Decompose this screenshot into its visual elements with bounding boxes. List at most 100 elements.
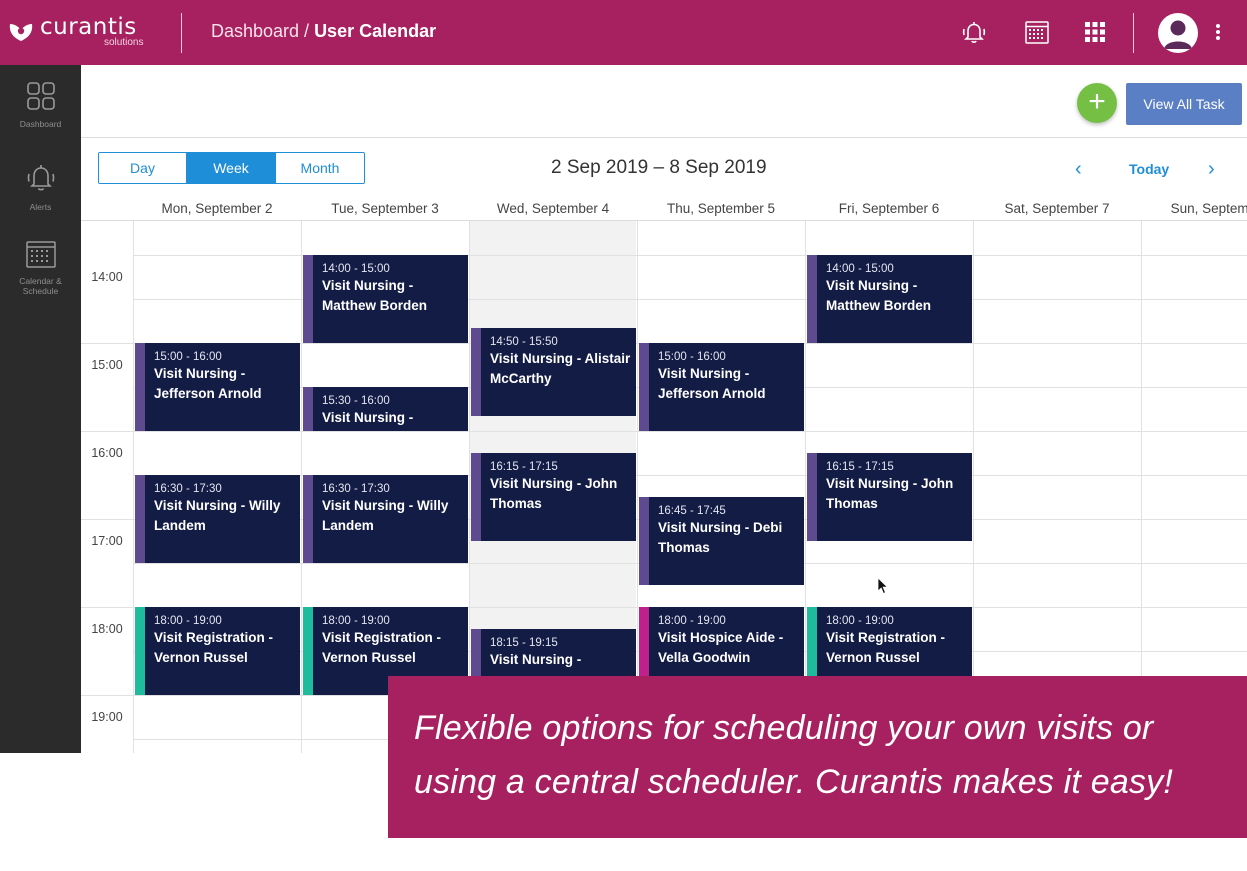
day-header: Wed, September 4 — [496, 201, 610, 216]
calendar-event[interactable]: 15:00 - 16:00 Visit Nursing - Jefferson Ar… — [639, 343, 804, 431]
calendar-icon[interactable] — [1023, 18, 1051, 46]
event-title: McCarthy — [490, 371, 552, 387]
view-all-task-button[interactable]: View All Task — [1126, 83, 1242, 125]
event-title: Visit Nursing - — [826, 278, 918, 293]
sidebar-item-dashboard[interactable]: Dashboard — [0, 81, 81, 129]
sidebar-item-label: Dashboard — [19, 119, 62, 129]
grid-line — [133, 221, 134, 753]
hour-label: 19:00 — [91, 710, 123, 724]
hour-label: 17:00 — [91, 534, 123, 548]
promo-banner: Flexible options for scheduling your own… — [388, 676, 1247, 838]
event-title: Jefferson Arnold — [154, 386, 262, 401]
divider — [1133, 13, 1134, 53]
calendar-event[interactable]: 14:50 - 15:50 Visit Nursing - Alistair McC… — [471, 328, 636, 417]
day-header: Sat, September 7 — [1004, 201, 1110, 216]
apps-grid-icon[interactable] — [1081, 18, 1109, 46]
grid-line — [469, 221, 470, 753]
event-title: Thomas — [490, 496, 542, 511]
calendar-event[interactable]: 16:15 - 17:15 Visit Nursing - John Thomas — [471, 453, 636, 541]
calendar-event[interactable]: 14:00 - 15:00 Visit Nursing - Matthew Bord… — [303, 255, 468, 343]
event-title: Matthew Borden — [826, 298, 932, 313]
hour-label: 14:00 — [91, 270, 123, 284]
mouse-cursor-icon — [877, 577, 889, 595]
sidebar-item-label: Schedule — [22, 286, 59, 296]
event-title: Landem — [322, 518, 374, 533]
avatar[interactable] — [1158, 13, 1198, 53]
grid-line — [81, 431, 1247, 432]
event-time: 16:45 - 17:45 — [658, 505, 726, 517]
logo-subtext: solutions — [104, 37, 144, 48]
event-time: 16:15 - 17:15 — [490, 461, 558, 473]
page: curantis solutions Dashboard / User Cale… — [0, 0, 1247, 871]
event-time: 16:30 - 17:30 — [322, 483, 390, 495]
grid-line — [637, 221, 638, 753]
calendar-event[interactable]: 16:15 - 17:15 Visit Nursing - John Thomas — [807, 453, 972, 541]
calendar-event[interactable]: 14:00 - 15:00 Visit Nursing - Matthew Bord… — [807, 255, 972, 343]
event-title: Visit Nursing - Debi — [658, 520, 783, 535]
dashboard-grid-icon — [26, 82, 55, 110]
divider — [181, 13, 182, 53]
event-title: Visit Nursing - Willy — [154, 498, 281, 513]
event-time: 18:00 - 19:00 — [154, 615, 222, 627]
calendar-event[interactable]: 18:00 - 19:00 Visit Registration - Vernon … — [135, 607, 300, 695]
event-title: Visit Nursing - John — [826, 476, 954, 491]
event-title: Vernon Russel — [154, 650, 248, 665]
bell-icon — [27, 165, 54, 191]
event-title: Thomas — [658, 540, 710, 555]
day-header: Fri, September 6 — [838, 201, 940, 216]
event-time: 14:00 - 15:00 — [322, 263, 390, 275]
event-time: 16:30 - 17:30 — [154, 483, 222, 495]
event-title: Vernon Russel — [826, 650, 920, 665]
calendar-event[interactable]: 16:45 - 17:45 Visit Nursing - Debi Thomas — [639, 497, 804, 585]
event-title: Landem — [154, 518, 206, 533]
event-title: Jefferson Arnold — [658, 386, 766, 401]
breadcrumb-parent[interactable]: Dashboard / — [211, 21, 314, 41]
event-title: Visit Nursing - Alistair — [490, 351, 631, 367]
day-header: Thu, September 5 — [666, 201, 776, 216]
view-day-button[interactable]: Day — [99, 153, 187, 183]
breadcrumb-current: User Calendar — [314, 21, 437, 41]
day-header: Tue, September 3 — [331, 201, 439, 216]
hour-label: 15:00 — [91, 358, 123, 372]
event-title: Matthew Borden — [322, 298, 428, 313]
event-time: 14:00 - 15:00 — [826, 263, 894, 275]
event-title: Visit Nursing - — [322, 410, 414, 425]
event-title: Visit Registration - — [322, 630, 442, 645]
event-title: Visit Nursing - — [154, 366, 246, 381]
calendar-event[interactable]: 15:30 - 16:00 Visit Nursing - — [303, 387, 468, 431]
event-title: Visit Nursing - — [322, 278, 414, 293]
toolbar: + View All Task — [81, 65, 1247, 138]
curantis-logo-icon[interactable] — [8, 19, 34, 43]
view-week-button[interactable]: Week — [187, 153, 275, 183]
next-week-button[interactable]: › — [1208, 158, 1215, 181]
bell-icon[interactable] — [960, 18, 988, 46]
today-button[interactable]: Today — [1129, 161, 1169, 177]
calendar-event[interactable]: 16:30 - 17:30 Visit Nursing - Willy Landem — [135, 475, 300, 563]
calendar-icon — [25, 241, 56, 268]
view-month-button[interactable]: Month — [275, 153, 364, 183]
calendar-event[interactable]: 15:00 - 16:00 Visit Nursing - Jefferson Ar… — [135, 343, 300, 431]
event-time: 15:00 - 16:00 — [658, 351, 726, 363]
grid-line — [805, 221, 806, 753]
day-header: Sun, September 8 — [1170, 201, 1247, 216]
grid-line — [1141, 221, 1142, 753]
event-time: 18:15 - 19:15 — [490, 637, 558, 649]
hour-label: 16:00 — [91, 446, 123, 460]
calendar-event[interactable]: 16:30 - 17:30 Visit Nursing - Willy Landem — [303, 475, 468, 563]
sidebar-item-calendar-schedule[interactable]: Calendar & Schedule — [0, 238, 81, 296]
sidebar-item-alerts[interactable]: Alerts — [0, 160, 81, 212]
breadcrumb: Dashboard / User Calendar — [211, 21, 436, 42]
main-content: + View All Task Day Week Month 2 Sep 201… — [81, 65, 1247, 753]
previous-week-button[interactable]: ‹ — [1075, 158, 1082, 181]
more-vertical-icon[interactable] — [1212, 22, 1224, 44]
event-title: Thomas — [826, 496, 878, 511]
user-avatar-icon — [1164, 20, 1192, 49]
view-switcher: Day Week Month — [98, 152, 365, 184]
week-grid: 14:00 15:00 16:00 17:00 18:00 19:00 14:00 - 15… — [81, 220, 1247, 753]
add-task-button[interactable]: + — [1077, 83, 1117, 123]
event-time: 18:00 - 19:00 — [826, 615, 894, 627]
event-title: Visit Hospice Aide - — [658, 630, 784, 645]
sidebar: Dashboard Alerts Calendar & Schedule — [0, 65, 81, 753]
event-time: 18:00 - 19:00 — [322, 615, 390, 627]
date-range-title: 2 Sep 2019 – 8 Sep 2019 — [551, 157, 767, 178]
